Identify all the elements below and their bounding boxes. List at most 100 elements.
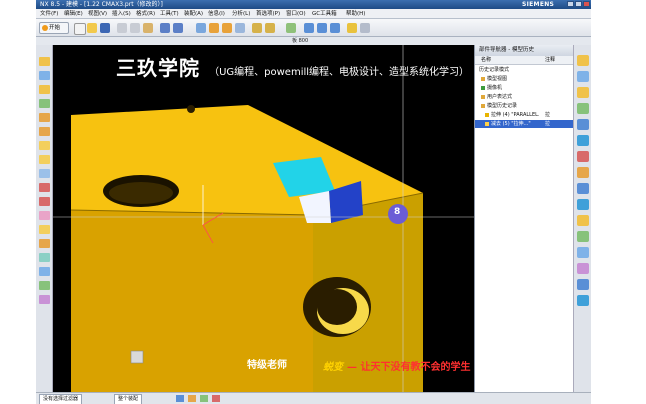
redo-icon[interactable]	[173, 23, 183, 33]
pattern-icon[interactable]	[39, 225, 50, 234]
selection-toolbar: 板 800	[36, 37, 591, 45]
delete-face-icon[interactable]	[39, 295, 50, 304]
analysis-icon[interactable]	[577, 279, 589, 290]
nx-application-window: NX 8.5 - 建模 - [1.22 CMAX3.prt（修改的）] SIEM…	[36, 0, 591, 404]
shaded-view-icon[interactable]	[347, 23, 357, 33]
subtract-icon[interactable]	[265, 23, 275, 33]
zoom-icon[interactable]	[317, 23, 327, 33]
draft-icon[interactable]	[39, 183, 50, 192]
reuse-library-icon[interactable]	[577, 103, 589, 114]
history-palette-icon[interactable]	[577, 151, 589, 162]
plane-icon[interactable]	[39, 99, 50, 108]
menu-help[interactable]: 帮助(H)	[346, 9, 365, 19]
shell-icon[interactable]	[39, 155, 50, 164]
extrude-icon[interactable]	[209, 23, 219, 33]
column-note[interactable]: 注释	[545, 56, 555, 64]
blend-icon[interactable]	[39, 127, 50, 136]
assembly-navigator-icon[interactable]	[577, 55, 589, 66]
fit-view-icon[interactable]	[304, 23, 314, 33]
rotate-icon[interactable]	[330, 23, 340, 33]
split-icon[interactable]	[39, 211, 50, 220]
hd3d-tools-icon[interactable]	[577, 119, 589, 130]
feature-icon[interactable]	[39, 113, 50, 122]
role-icon[interactable]	[577, 215, 589, 226]
snap-point-icon[interactable]	[188, 395, 196, 402]
close-button[interactable]	[583, 1, 590, 7]
minimize-button[interactable]	[567, 1, 574, 7]
chamfer-icon[interactable]	[39, 141, 50, 150]
point-icon[interactable]	[39, 57, 50, 66]
arc-icon[interactable]	[39, 85, 50, 94]
siemens-logo: SIEMENS	[522, 1, 555, 8]
camera-icon	[481, 86, 485, 90]
tree-label: 模型视图	[487, 76, 508, 82]
menu-tools[interactable]: 工具(T)	[160, 9, 179, 19]
menu-preferences[interactable]: 首选项(P)	[256, 9, 280, 19]
menu-edit[interactable]: 编辑(E)	[64, 9, 83, 19]
menu-info[interactable]: 信息(I)	[208, 9, 225, 19]
menu-view[interactable]: 视图(V)	[88, 9, 107, 19]
replace-face-icon[interactable]	[39, 267, 50, 276]
trim-icon[interactable]	[39, 197, 50, 206]
palette-icon[interactable]	[577, 247, 589, 258]
menu-file[interactable]: 文件(F)	[40, 9, 58, 19]
tree-label: 用户表达式	[487, 94, 513, 100]
layer-icon[interactable]	[286, 23, 296, 33]
menu-analysis[interactable]: 分析(L)	[232, 9, 250, 19]
paste-icon[interactable]	[143, 23, 153, 33]
sew-icon[interactable]	[39, 253, 50, 262]
open-icon[interactable]	[87, 23, 97, 33]
offset-icon[interactable]	[39, 169, 50, 178]
slogan: — 让天下没有教不会的学生	[347, 362, 471, 373]
navigator-columns: 名称 注释	[475, 56, 573, 65]
copy-icon[interactable]	[130, 23, 140, 33]
start-icon	[42, 25, 48, 31]
constraint-navigator-icon[interactable]	[577, 71, 589, 82]
manufacturing-wizard-icon[interactable]	[577, 199, 589, 210]
start-menu-button[interactable]: 开始	[39, 22, 69, 34]
line-icon[interactable]	[39, 71, 50, 80]
standard-toolbar: 开始	[36, 19, 591, 37]
web-browser-icon[interactable]	[577, 135, 589, 146]
tree-label: 摄像机	[487, 85, 503, 91]
small-hole	[187, 105, 195, 113]
snap-icon[interactable]	[176, 395, 184, 402]
unite-icon[interactable]	[252, 23, 262, 33]
menu-format[interactable]: 格式(R)	[136, 9, 155, 19]
measure-icon[interactable]	[577, 263, 589, 274]
part-navigator-icon[interactable]	[577, 87, 589, 98]
assembly-select[interactable]: 整个装配	[114, 394, 143, 404]
system-scene-icon[interactable]	[577, 231, 589, 242]
undo-icon[interactable]	[160, 23, 170, 33]
new-icon[interactable]	[74, 23, 86, 35]
mirror-icon[interactable]	[39, 239, 50, 248]
menu-gc-toolbox[interactable]: GC工具箱	[312, 9, 337, 19]
graphics-viewport[interactable]: 8 三玖学院 （UG编程、powe​mill编程、电极设计、造型系统化学习） 特…	[53, 45, 474, 392]
hole-icon[interactable]	[235, 23, 245, 33]
process-studio-icon[interactable]	[577, 183, 589, 194]
subtract-feature-icon	[485, 122, 489, 126]
column-name[interactable]: 名称	[481, 56, 491, 64]
wireframe-view-icon[interactable]	[360, 23, 370, 33]
end-point-icon[interactable]	[200, 395, 208, 402]
tree-label: 拉伸 (4) "PARALLEL..."	[491, 112, 539, 118]
sketch-icon[interactable]	[196, 23, 206, 33]
system-materials-icon[interactable]	[577, 167, 589, 178]
menu-window[interactable]: 窗口(O)	[286, 9, 306, 19]
menu-insert[interactable]: 插入(S)	[112, 9, 131, 19]
move-face-icon[interactable]	[39, 281, 50, 290]
filter-select[interactable]: 没有选择过滤器	[39, 394, 83, 404]
menu-assembly[interactable]: 装配(A)	[184, 9, 203, 19]
maximize-button[interactable]	[575, 1, 582, 7]
simulation-icon[interactable]	[577, 295, 589, 306]
left-resource-bar	[36, 45, 53, 392]
save-icon[interactable]	[100, 23, 110, 33]
signature: 蜕变	[323, 362, 343, 373]
mid-point-icon[interactable]	[212, 395, 220, 402]
layer-label: 板 800	[292, 38, 309, 44]
cut-icon[interactable]	[117, 23, 127, 33]
model-canvas[interactable]	[53, 45, 474, 392]
revolve-icon[interactable]	[222, 23, 232, 33]
history-icon	[481, 104, 485, 108]
expression-icon	[481, 95, 485, 99]
